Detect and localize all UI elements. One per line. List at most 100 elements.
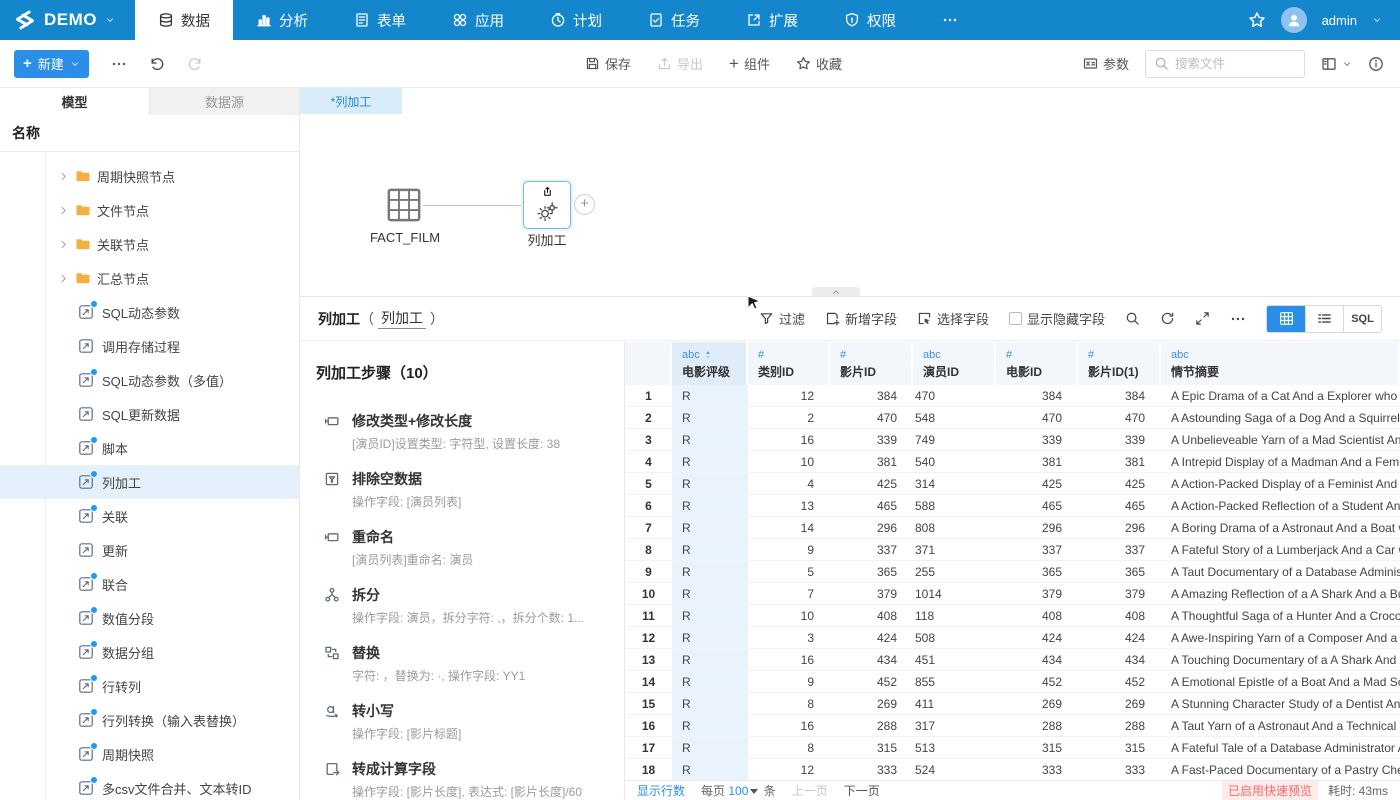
tree-item[interactable]: 周期快照 — [0, 737, 299, 771]
more-options-icon[interactable] — [1230, 311, 1246, 327]
column-header[interactable]: #影片ID — [830, 342, 913, 385]
flow-canvas[interactable]: FACT_FILM 列加工 + — [300, 114, 1400, 296]
tree-item[interactable]: 脚本 — [0, 431, 299, 465]
top-tab-权限[interactable]: 权限 — [821, 0, 919, 40]
tree-item[interactable]: 行列转换（输入表替换） — [0, 703, 299, 737]
table-row[interactable]: 15R8269411269269A Stunning Character Stu… — [625, 693, 1400, 715]
show-hidden-fields-toggle[interactable]: 显示隐藏字段 — [1009, 309, 1105, 328]
tree-item[interactable]: 更新 — [0, 533, 299, 567]
chevron-right-icon[interactable] — [58, 171, 69, 182]
process-step[interactable]: 转小写操作字段: [影片标题] — [316, 701, 624, 742]
top-tab-数据[interactable]: 数据 — [135, 0, 233, 40]
page-size-control[interactable]: 每页 100 条 — [701, 782, 776, 799]
tree-item[interactable]: 联合 — [0, 567, 299, 601]
table-row[interactable]: 14R9452855452452A Emotional Epistle of a… — [625, 671, 1400, 693]
process-step[interactable]: 转成计算字段操作字段: [影片长度], 表达式: [影片长度]/60 — [316, 759, 624, 800]
tab-model[interactable]: 模型 — [0, 88, 149, 115]
table-row[interactable]: 10R73791014379379A Amazing Reflection of… — [625, 583, 1400, 605]
favorite-star-icon[interactable] — [1248, 11, 1266, 29]
document-tab[interactable]: *列加工 — [300, 88, 402, 114]
layout-toggle-button[interactable] — [1321, 56, 1352, 72]
tree-item[interactable]: 调用存储过程 — [0, 329, 299, 363]
tree-item[interactable]: 多csv文件合并、文本转ID — [0, 771, 299, 800]
show-row-count-link[interactable]: 显示行数 — [637, 782, 685, 799]
params-button[interactable]: 参数 — [1083, 54, 1129, 73]
app-logo[interactable]: DEMO — [0, 0, 135, 40]
panel-collapse-handle[interactable] — [812, 287, 860, 296]
show-hidden-checkbox[interactable] — [1009, 312, 1022, 325]
panel-subtitle[interactable]: 列加工 — [378, 308, 426, 329]
top-tab-应用[interactable]: 应用 — [429, 0, 527, 40]
table-row[interactable]: 18R12333524333333A Fast-Paced Documentar… — [625, 759, 1400, 780]
tree-item[interactable]: 行转列 — [0, 669, 299, 703]
chevron-right-icon[interactable] — [58, 273, 69, 284]
favorite-button[interactable]: 收藏 — [796, 54, 842, 73]
next-page-button[interactable]: 下一页 — [844, 782, 880, 799]
list-view-button[interactable] — [1305, 306, 1343, 332]
redo-icon[interactable] — [187, 56, 203, 72]
select-field-button[interactable]: 选择字段 — [917, 309, 989, 328]
table-view-button[interactable] — [1267, 306, 1305, 332]
tree-item[interactable]: 关联 — [0, 499, 299, 533]
top-tab-表单[interactable]: 表单 — [331, 0, 429, 40]
chevron-right-icon[interactable] — [58, 239, 69, 250]
column-header[interactable]: #类别ID — [748, 342, 830, 385]
table-row[interactable]: 9R5365255365365A Taut Documentary of a D… — [625, 561, 1400, 583]
tree-folder[interactable]: 周期快照节点 — [0, 159, 299, 193]
table-row[interactable]: 5R4425314425425A Action-Packed Display o… — [625, 473, 1400, 495]
more-actions-icon[interactable] — [111, 56, 127, 72]
info-icon[interactable] — [1368, 56, 1384, 72]
save-button[interactable]: 保存 — [585, 54, 631, 73]
top-tab-扩展[interactable]: 扩展 — [723, 0, 821, 40]
add-field-button[interactable]: 新增字段 — [825, 309, 897, 328]
process-step[interactable]: 拆分操作字段: 演员，拆分字符: ,，拆分个数: 1... — [316, 585, 624, 626]
sql-view-button[interactable]: SQL — [1343, 306, 1381, 332]
undo-icon[interactable] — [149, 56, 165, 72]
table-search-icon[interactable] — [1125, 311, 1140, 326]
avatar[interactable] — [1281, 7, 1307, 33]
tree-item[interactable]: SQL动态参数 — [0, 295, 299, 329]
process-step[interactable]: 修改类型+修改长度[演员ID]设置类型: 字符型, 设置长度: 38 — [316, 411, 624, 452]
page-size-value[interactable]: 100 — [728, 784, 748, 798]
tree-item[interactable]: SQL动态参数（多值） — [0, 363, 299, 397]
table-row[interactable]: 2R2470548470470A Astounding Saga of a Do… — [625, 407, 1400, 429]
tab-datasource[interactable]: 数据源 — [149, 88, 299, 115]
chevron-right-icon[interactable] — [58, 205, 69, 216]
top-tab-分析[interactable]: 分析 — [233, 0, 331, 40]
table-row[interactable]: 4R10381540381381A Intrepid Display of a … — [625, 451, 1400, 473]
user-chevron-down-icon[interactable] — [1372, 15, 1382, 25]
process-step[interactable]: 重命名[演员列表]重命名: 演员 — [316, 527, 624, 568]
column-header[interactable]: abc情节摘要 — [1161, 342, 1400, 385]
tree-item[interactable]: SQL更新数据 — [0, 397, 299, 431]
table-row[interactable]: 11R10408118408408A Thoughtful Saga of a … — [625, 605, 1400, 627]
tree-item[interactable]: 数据分组 — [0, 635, 299, 669]
new-button[interactable]: + 新建 — [14, 50, 89, 78]
add-node-button[interactable]: + — [574, 194, 595, 215]
tree-folder[interactable]: 文件节点 — [0, 193, 299, 227]
table-row[interactable]: 16R16288317288288A Taut Yarn of a Astron… — [625, 715, 1400, 737]
table-row[interactable]: 17R8315513315315A Fateful Tale of a Data… — [625, 737, 1400, 759]
top-tab-任务[interactable]: 任务 — [625, 0, 723, 40]
export-button[interactable]: 导出 — [657, 54, 703, 73]
column-header[interactable]: abc电影评级 — [672, 342, 748, 385]
process-step[interactable]: 排除空数据操作字段: [演员列表] — [316, 469, 624, 510]
table-row[interactable]: 7R14296808296296A Boring Drama of a Astr… — [625, 517, 1400, 539]
tree-folder[interactable]: 汇总节点 — [0, 261, 299, 295]
table-row[interactable]: 1R12384470384384A Epic Drama of a Cat An… — [625, 385, 1400, 407]
prev-page-button[interactable]: 上一页 — [792, 782, 828, 799]
node-fact-film[interactable] — [385, 186, 423, 224]
column-header[interactable]: #电影ID — [996, 342, 1078, 385]
top-tab-more[interactable] — [919, 0, 981, 40]
table-row[interactable]: 13R16434451434434A Touching Documentary … — [625, 649, 1400, 671]
search-input[interactable] — [1175, 57, 1285, 71]
filter-button[interactable]: 过滤 — [759, 309, 805, 328]
top-tab-计划[interactable]: 计划 — [527, 0, 625, 40]
tree-item[interactable]: 数值分段 — [0, 601, 299, 635]
table-row[interactable]: 12R3424508424424A Awe-Inspiring Yarn of … — [625, 627, 1400, 649]
refresh-icon[interactable] — [1160, 311, 1175, 326]
column-header[interactable]: abc演员ID — [913, 342, 996, 385]
column-header[interactable]: #影片ID(1) — [1078, 342, 1161, 385]
tree-item[interactable]: 列加工 — [0, 465, 299, 499]
table-row[interactable]: 8R9337371337337A Fateful Story of a Lumb… — [625, 539, 1400, 561]
node-column-process[interactable] — [523, 181, 571, 229]
